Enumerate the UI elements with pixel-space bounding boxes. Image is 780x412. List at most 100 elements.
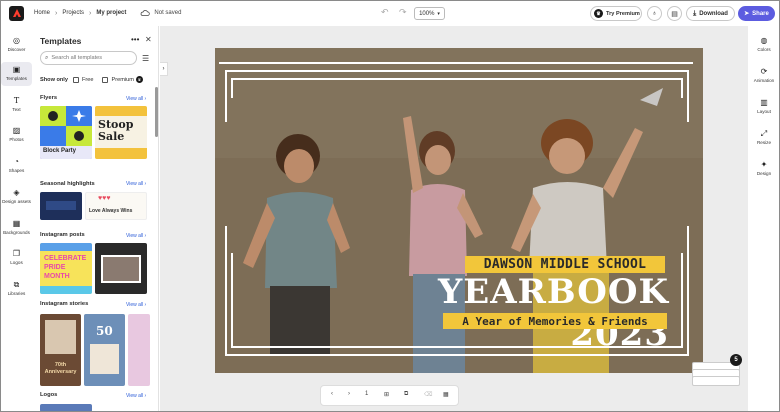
breadcrumb-projects[interactable]: Projects — [62, 10, 84, 16]
frame-line — [225, 226, 227, 356]
present-button[interactable]: ▤ — [667, 6, 682, 21]
zoom-select[interactable]: 100% ▾ — [414, 7, 445, 20]
breadcrumb-home[interactable]: Home — [34, 10, 50, 16]
templates-icon: ▣ — [12, 65, 21, 74]
view-all-seasonal[interactable]: View all › — [126, 181, 146, 187]
page-navigator: ‹ › 1 ⊞ ⧉ ⌫ ▦ — [320, 385, 459, 406]
rail-logos[interactable]: ❐ Logos — [1, 249, 32, 265]
duplicate-page-icon[interactable]: ⧉ — [404, 391, 408, 398]
rail-discover[interactable]: ◎ Discover — [1, 36, 32, 52]
redo-icon[interactable]: ↷ — [399, 7, 407, 18]
cloud-icon — [141, 10, 151, 16]
panel-scrollbar[interactable] — [155, 87, 158, 137]
photo-placeholder — [90, 344, 119, 374]
top-bar: Home › Projects › My project Not saved ↶… — [1, 1, 779, 25]
chevron-right-icon: › — [89, 9, 92, 17]
delete-page-icon[interactable]: ⌫ — [424, 391, 432, 398]
assets-icon: ◈ — [13, 188, 20, 197]
frame-line — [231, 253, 233, 348]
palette-icon: ◍ — [760, 36, 768, 45]
close-icon[interactable]: ✕ — [145, 35, 152, 44]
try-premium-button[interactable]: ♛ Try Premium — [590, 6, 642, 21]
text-icon: T — [13, 96, 20, 105]
frame-line — [687, 70, 689, 122]
section-title-logos: Logos — [40, 392, 58, 398]
photo-placeholder — [45, 320, 76, 354]
rail-backgrounds[interactable]: ▦ Backgrounds — [1, 219, 32, 235]
rail-text[interactable]: T Text — [1, 96, 32, 112]
subtitle-text[interactable]: A Year of Memories & Friends — [443, 313, 667, 329]
share-button[interactable]: ➤ Share — [738, 6, 775, 21]
logo-icon — [12, 9, 21, 17]
section-title-instagram-stories: Instagram stories — [40, 301, 89, 307]
breadcrumb-current[interactable]: My project — [96, 10, 126, 16]
rail-design[interactable]: ✦ Design — [749, 160, 779, 176]
view-all-logos[interactable]: View all › — [126, 393, 146, 399]
frame-line — [231, 78, 683, 80]
template-thumb-couple[interactable] — [95, 243, 147, 294]
template-thumb-seasonal-1[interactable] — [40, 192, 82, 220]
view-all-flyers[interactable]: View all › — [126, 96, 146, 102]
app-logo[interactable] — [9, 5, 24, 21]
view-all-instagram-posts[interactable]: View all › — [126, 233, 146, 239]
rail-colors[interactable]: ◍ Colors — [749, 36, 779, 52]
panel-title: Templates — [40, 36, 82, 46]
crown-icon: ♛ — [135, 76, 143, 83]
rail-photos[interactable]: ▨ Photos — [1, 126, 32, 142]
template-thumb-logo-1[interactable] — [40, 404, 92, 411]
chevron-down-icon: ▾ — [437, 10, 440, 17]
lightbulb-button[interactable]: ♁ — [647, 6, 662, 21]
add-page-icon[interactable]: ⊞ — [384, 391, 389, 398]
shapes-icon: ◔ — [14, 157, 19, 166]
view-all-instagram-stories[interactable]: View all › — [126, 302, 146, 308]
crown-icon: ♛ — [594, 9, 603, 18]
lightbulb-icon: ♁ — [651, 10, 658, 17]
template-thumb-fifty[interactable]: 50 — [84, 314, 125, 386]
right-rail: ◍ Colors ⟳ Animation ▥ Layout ⤢ Resize ✦ Desi… — [749, 26, 779, 411]
rail-layout[interactable]: ▥ Layout — [749, 98, 779, 114]
template-search-input[interactable]: ⌕ Search all templates — [40, 51, 137, 65]
grid-view-icon[interactable]: ▦ — [443, 391, 449, 398]
share-icon: ➤ — [744, 11, 750, 17]
template-thumb-story-3[interactable] — [128, 314, 150, 386]
frame-line — [681, 253, 683, 348]
rail-shapes[interactable]: ◔ Shapes — [1, 157, 32, 173]
rail-resize[interactable]: ⤢ Resize — [749, 129, 779, 145]
template-thumb-celebrate-pride[interactable]: CELEBRATE PRIDE MONTH — [40, 243, 92, 294]
rail-libraries[interactable]: ⧉ Libraries — [1, 280, 32, 296]
rail-templates[interactable]: ▣ Templates — [1, 62, 32, 86]
section-title-flyers: Flyers — [40, 95, 58, 101]
prev-page-icon[interactable]: ‹ — [331, 391, 333, 397]
more-icon[interactable]: ••• — [131, 35, 139, 44]
yearbook-title-text[interactable]: YEARBOOK 2023 — [333, 271, 669, 354]
layout-icon: ▥ — [760, 98, 768, 107]
free-checkbox[interactable]: Free — [72, 76, 93, 83]
template-thumb-block-party[interactable]: Block Party — [40, 106, 92, 159]
rail-animation[interactable]: ⟳ Animation — [749, 67, 779, 83]
libraries-icon: ⧉ — [13, 280, 20, 289]
section-title-seasonal: Seasonal highlights — [40, 181, 95, 187]
download-icon: ⤓ — [693, 9, 697, 17]
template-thumb-anniversary[interactable]: 70th Anniversary — [40, 314, 81, 386]
undo-icon[interactable]: ↶ — [381, 7, 389, 18]
download-button[interactable]: ⤓ Download — [686, 6, 735, 21]
thumb-text-love-always: Love Always Wins — [89, 208, 133, 214]
rail-design-assets[interactable]: ◈ Design assets — [1, 188, 32, 204]
premium-checkbox[interactable]: Premium ♛ — [102, 76, 143, 83]
thumb-text-anniversary: 70th Anniversary — [44, 362, 77, 375]
search-icon: ⌕ — [45, 54, 49, 61]
template-thumb-love-always[interactable]: ♥♥♥ Love Always Wins — [85, 192, 147, 220]
frame-line — [219, 62, 693, 64]
thumb-text-block-party: Block Party — [43, 148, 77, 154]
present-icon: ▤ — [671, 10, 678, 18]
frame-line — [225, 70, 227, 122]
pages-stack-button[interactable]: 5 — [692, 354, 742, 386]
thumb-text-stoop-sale: Stoop Sale — [98, 118, 134, 143]
filter-icon[interactable]: ☰ — [142, 54, 149, 63]
thumb-text-fifty: 50 — [96, 324, 113, 338]
template-thumb-stoop-sale[interactable]: Stoop Sale — [95, 106, 147, 159]
next-page-icon[interactable]: › — [348, 391, 350, 397]
show-only-filters: Show only Free Premium ♛ — [40, 76, 143, 83]
chevron-right-icon: › — [55, 9, 58, 17]
collapse-panel-button[interactable]: › — [160, 62, 168, 76]
